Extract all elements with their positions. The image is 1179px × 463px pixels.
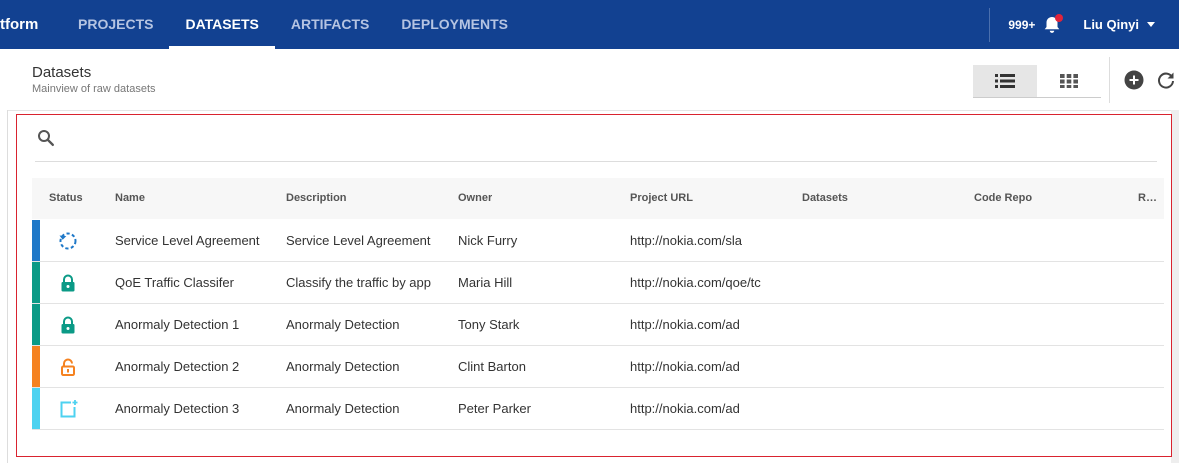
column-header-datasets[interactable]: Datasets [802,178,848,219]
row-owner: Maria Hill [458,275,513,290]
top-navigation-bar: tform PROJECTS DATASETS ARTIFACTS DEPLOY… [0,0,1179,49]
row-description: Service Level Agreement [286,233,431,248]
header-divider [1109,57,1110,103]
add-circle-icon[interactable] [1124,70,1144,90]
search-bar [35,127,1157,162]
row-description: Anormaly Detection [286,317,400,332]
lock-icon [61,316,75,334]
nav-tab-projects[interactable]: PROJECTS [62,0,169,49]
row-description: Classify the traffic by app [286,275,431,290]
row-datasets [802,346,967,387]
table-row[interactable]: Anormaly Detection 3 Anormaly Detection … [32,388,1164,430]
notification-dot [1055,13,1064,22]
row-code-repo [974,220,1139,261]
page-subtitle: Mainview of raw datasets [32,83,156,95]
user-menu-name[interactable]: Liu Qinyi [1083,17,1139,32]
page-header: Datasets Mainview of raw datasets [8,49,1179,110]
row-description: Anormaly Detection [286,401,400,416]
row-code-repo [974,346,1139,387]
row-name: Service Level Agreement [115,233,260,248]
row-code-repo [974,304,1139,345]
row-project-url[interactable]: http://nokia.com/qoe/tc [630,262,788,303]
topbar-right: 999+ Liu Qinyi [989,0,1179,49]
topbar-divider [989,7,991,42]
view-mode-toggle [973,65,1101,98]
status-stripe [32,220,40,261]
row-name: QoE Traffic Classifer [115,275,234,290]
row-name: Anormaly Detection 1 [115,317,240,332]
nav-tab-artifacts[interactable]: ARTIFACTS [275,0,386,49]
row-name: Anormaly Detection 3 [115,401,240,416]
nav-tab-datasets[interactable]: DATASETS [169,0,276,49]
row-datasets [802,304,967,345]
page-title: Datasets [32,64,92,81]
row-owner: Peter Parker [458,401,531,416]
column-header-truncated[interactable]: R… [1138,178,1157,219]
grid-view-button[interactable] [1037,65,1101,97]
column-header-owner[interactable]: Owner [458,178,492,219]
row-project-url[interactable]: http://nokia.com/ad [630,346,788,387]
table-row[interactable]: Service Level Agreement Service Level Ag… [32,220,1164,262]
row-project-url[interactable]: http://nokia.com/ad [630,304,788,345]
row-datasets [802,220,967,261]
nav-tab-deployments[interactable]: DEPLOYMENTS [385,0,524,49]
status-stripe [32,346,40,387]
table-row[interactable]: Anormaly Detection 2 Anormaly Detection … [32,346,1164,388]
header-rule [8,110,1171,111]
row-owner: Nick Furry [458,233,518,248]
status-stripe [32,262,40,303]
lock-icon [61,274,75,292]
row-datasets [802,388,967,429]
row-datasets [802,262,967,303]
grid-view-icon [1060,74,1078,88]
chevron-down-icon[interactable] [1147,22,1155,27]
row-project-url[interactable]: http://nokia.com/sla [630,220,788,261]
table-row[interactable]: QoE Traffic Classifer Classify the traff… [32,262,1164,304]
column-header-code-repo[interactable]: Code Repo [974,178,1032,219]
column-header-name[interactable]: Name [115,178,145,219]
column-header-project-url[interactable]: Project URL [630,178,693,219]
row-code-repo [974,262,1139,303]
unlock-icon [61,358,75,376]
list-view-button[interactable] [973,65,1037,97]
search-input[interactable] [65,129,1149,157]
row-project-url[interactable]: http://nokia.com/ad [630,388,788,429]
row-owner: Clint Barton [458,359,526,374]
table-row[interactable]: Anormaly Detection 1 Anormaly Detection … [32,304,1164,346]
left-border [7,110,8,463]
table-header: Status Name Description Owner Project UR… [32,178,1164,219]
main-nav: PROJECTS DATASETS ARTIFACTS DEPLOYMENTS [62,0,524,49]
datasets-panel: Status Name Description Owner Project UR… [16,114,1172,457]
column-header-description[interactable]: Description [286,178,347,219]
row-name: Anormaly Detection 2 [115,359,240,374]
row-description: Anormaly Detection [286,359,400,374]
status-stripe [32,304,40,345]
app-brand[interactable]: tform [0,0,38,49]
notification-count[interactable]: 999+ [1008,18,1035,32]
column-header-status[interactable]: Status [49,178,83,219]
vertical-scrollbar[interactable] [1171,110,1179,463]
refresh-icon[interactable] [1156,70,1176,90]
list-view-icon [995,74,1015,88]
search-icon[interactable] [37,129,55,147]
new-item-icon [60,400,78,418]
row-code-repo [974,388,1139,429]
syncing-icon [59,232,77,250]
bell-icon[interactable] [1041,13,1064,36]
status-stripe [32,388,40,429]
row-owner: Tony Stark [458,317,520,332]
